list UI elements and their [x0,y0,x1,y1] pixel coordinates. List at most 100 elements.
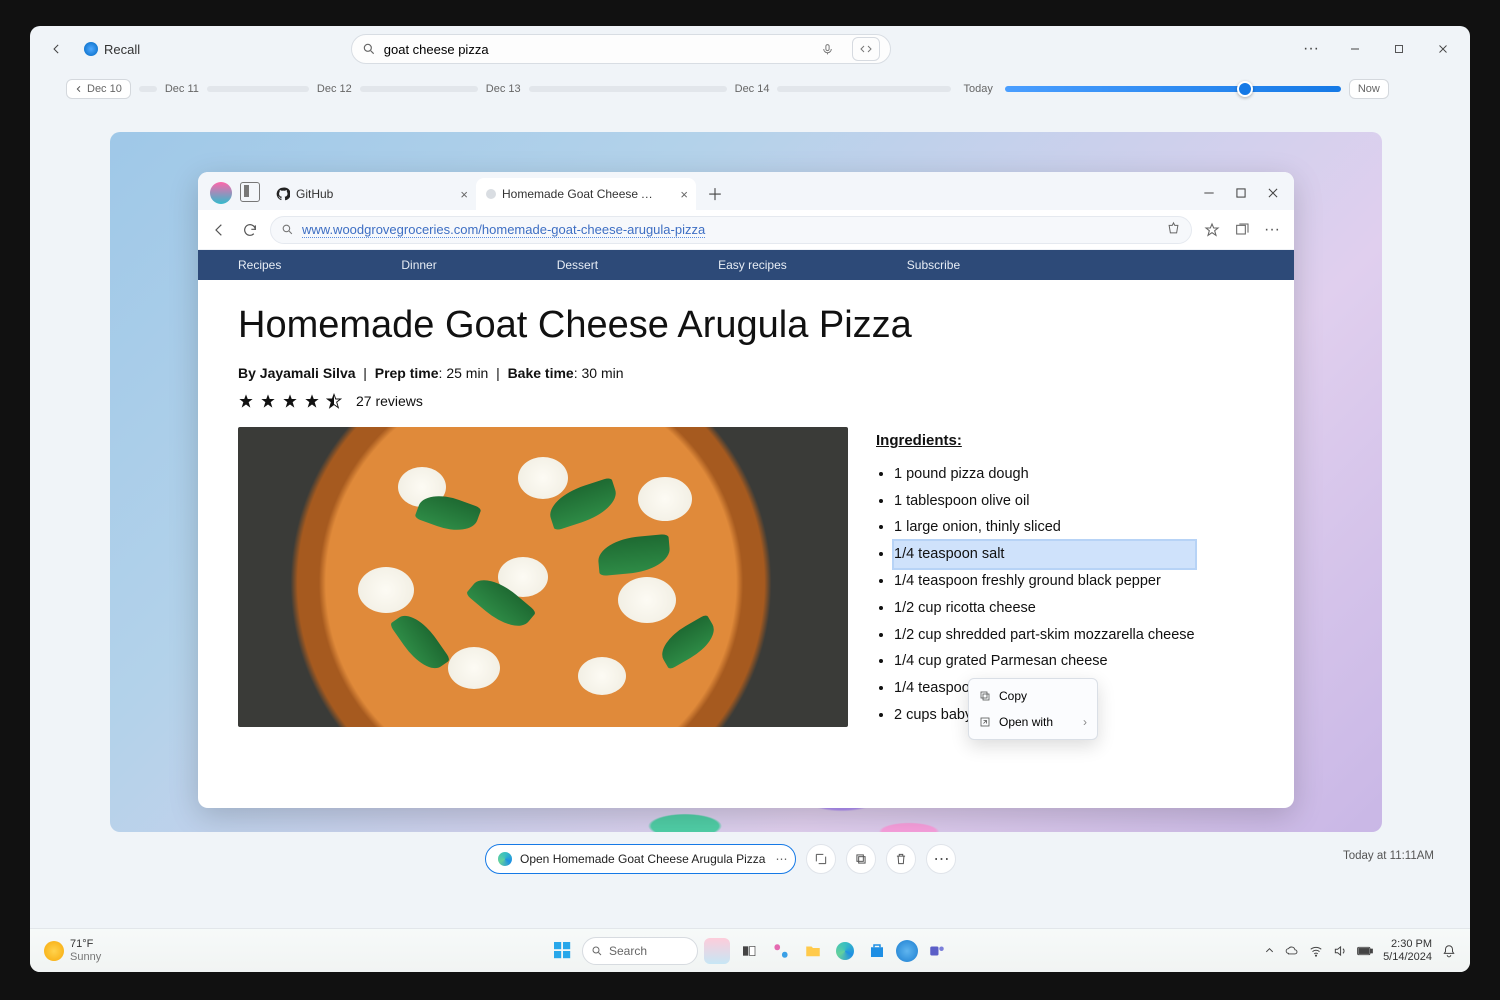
crop-icon[interactable] [806,844,836,874]
context-menu[interactable]: Copy Open with› [968,678,1098,740]
copilot-icon[interactable] [768,938,794,964]
webpage: Recipes Dinner Dessert Easy recipes Subs… [198,250,1294,808]
recipe-title: Homemade Goat Cheese Arugula Pizza [238,304,1254,347]
minimize-button[interactable] [1342,36,1368,62]
open-icon [979,716,991,728]
ingredient-item[interactable]: 1/4 cup grated Parmesan cheese [894,648,1195,675]
mic-icon[interactable] [816,37,840,61]
ingredient-item[interactable]: 1/4 teaspoon salt [894,541,1195,568]
context-copy[interactable]: Copy [969,683,1097,709]
edge-icon[interactable] [832,938,858,964]
search-icon [362,42,376,56]
search-input[interactable] [384,42,808,57]
open-snapshot-button[interactable]: Open Homemade Goat Cheese Arugula Pizza … [485,844,796,874]
site-nav: Recipes Dinner Dessert Easy recipes Subs… [198,250,1294,280]
back-button[interactable] [44,36,70,62]
copy-icon [979,690,991,702]
delete-icon[interactable] [886,844,916,874]
taskbar-widget-icon[interactable] [704,938,730,964]
recall-logo: Recall [84,42,140,57]
context-open-with[interactable]: Open with› [969,709,1097,735]
tab-github[interactable]: GitHub× [266,178,476,210]
timeline-now-pill[interactable]: Now [1349,79,1389,99]
sidebar-toggle-icon[interactable] [240,182,260,202]
timeline-segment[interactable] [139,86,157,92]
nav-link[interactable]: Dinner [401,258,436,272]
timeline-back-pill[interactable]: Dec 10 [66,79,131,99]
timeline-segment[interactable] [777,86,951,92]
browser-maximize[interactable] [1228,180,1254,206]
more-icon[interactable]: ··· [1298,36,1324,62]
collections-icon[interactable] [1232,220,1252,240]
more-actions-icon[interactable]: ⋯ [926,844,956,874]
weather-widget[interactable]: 71°FSunny [44,938,101,962]
profile-avatar[interactable] [210,182,232,204]
taskbar-center: Search [550,937,950,965]
store-icon[interactable] [864,938,890,964]
tab-close-icon[interactable]: × [460,187,468,202]
window-controls: ··· [1298,36,1456,62]
refresh-icon[interactable] [240,220,260,240]
clock[interactable]: 2:30 PM5/14/2024 [1383,938,1432,963]
search-icon [591,945,603,957]
start-button[interactable] [550,938,576,964]
rating: 27 reviews [238,393,1254,409]
ingredient-item[interactable]: 1 tablespoon olive oil [894,488,1195,515]
close-button[interactable] [1430,36,1456,62]
address-bar[interactable]: www.woodgrovegroceries.com/homemade-goat… [270,216,1192,244]
nav-link[interactable]: Subscribe [907,258,960,272]
snapshot-timestamp: Today at 11:11AM [1343,850,1434,862]
menu-icon[interactable]: ··· [1262,220,1282,240]
nav-link[interactable]: Recipes [238,258,281,272]
browser-toolbar: www.woodgrovegroceries.com/homemade-goat… [198,210,1294,250]
tab-close-icon[interactable]: × [680,187,688,202]
timeline-segment[interactable] [207,86,309,92]
timeline-knob[interactable] [1237,81,1253,97]
ingredient-item[interactable]: 1 pound pizza dough [894,461,1195,488]
maximize-button[interactable] [1386,36,1412,62]
battery-icon[interactable] [1357,945,1373,957]
ingredient-item[interactable]: 1 large onion, thinly sliced [894,514,1195,541]
recipe-meta: By Jayamali Silva | Prep time: 25 min | … [238,365,1254,381]
nav-link[interactable]: Dessert [557,258,598,272]
teams-icon[interactable] [924,938,950,964]
recall-window: Recall ··· Dec 10 Dec 11 Dec 12 Dec 13 D… [30,26,1470,972]
timeline-tick: Dec 14 [735,83,770,95]
browser-close[interactable] [1260,180,1286,206]
wifi-icon[interactable] [1309,944,1323,958]
taskbar[interactable]: 71°FSunny Search 2:30 PM5/14/2024 [30,928,1470,972]
search-box[interactable] [351,34,891,64]
new-tab-button[interactable]: ＋ [702,180,728,206]
open-more-icon[interactable]: ⋯ [775,852,787,866]
explorer-icon[interactable] [800,938,826,964]
nav-link[interactable]: Easy recipes [718,258,787,272]
star-icon [260,393,276,409]
code-icon[interactable] [852,37,880,61]
timeline-segment[interactable] [360,86,478,92]
ingredient-item[interactable]: 1/2 cup ricotta cheese [894,595,1195,622]
volume-icon[interactable] [1333,944,1347,958]
recall-icon [84,42,98,56]
taskview-icon[interactable] [736,938,762,964]
timeline-today-label: Today [963,83,992,95]
nav-back-icon[interactable] [210,220,230,240]
system-tray[interactable]: 2:30 PM5/14/2024 [1264,938,1456,963]
favorite-icon[interactable] [1202,220,1222,240]
ingredient-item[interactable]: 1/4 teaspoon freshly ground black pepper [894,568,1195,595]
star-half-icon [326,393,342,409]
chevron-up-icon[interactable] [1264,945,1275,956]
onedrive-icon[interactable] [1285,944,1299,958]
shopping-icon[interactable] [1166,221,1181,239]
notifications-icon[interactable] [1442,944,1456,958]
browser-minimize[interactable] [1196,180,1222,206]
github-icon [276,187,290,201]
taskbar-copilot-icon[interactable] [896,940,918,962]
timeline-today-track[interactable] [1005,86,1341,92]
timeline[interactable]: Dec 10 Dec 11 Dec 12 Dec 13 Dec 14 Today… [30,72,1470,106]
taskbar-search[interactable]: Search [582,937,698,965]
timeline-tick: Dec 11 [165,83,199,95]
copy-icon[interactable] [846,844,876,874]
tab-recipe[interactable]: Homemade Goat Cheese Arugula Pizz× [476,178,696,210]
timeline-segment[interactable] [529,86,727,92]
ingredient-item[interactable]: 1/2 cup shredded part-skim mozzarella ch… [894,622,1195,649]
